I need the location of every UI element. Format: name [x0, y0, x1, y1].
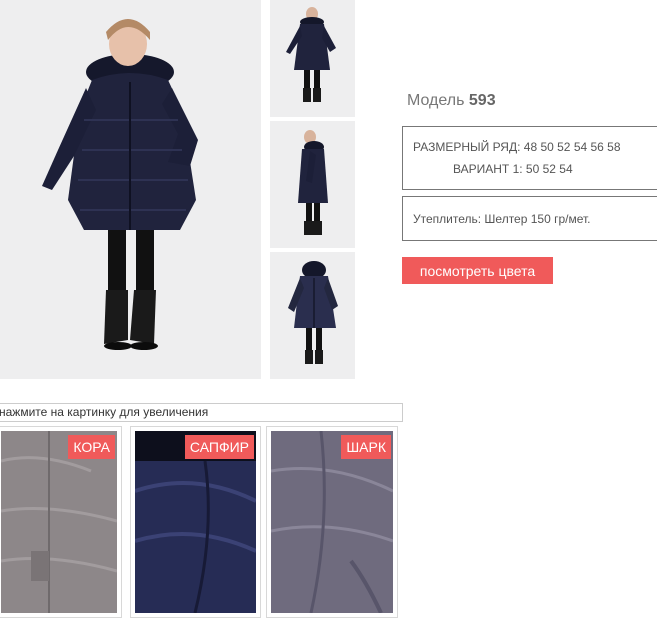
enlarge-hint: нажмите на картинку для увеличения	[0, 403, 403, 422]
main-product-photo[interactable]	[0, 0, 261, 379]
color-swatch-kora[interactable]: КОРА	[0, 426, 122, 618]
insulation-text: Утеплитель: Шелтер 150 гр/мет.	[413, 212, 591, 226]
woman-in-coat-thumb-side-icon	[270, 121, 355, 248]
thumbnail-back[interactable]	[270, 252, 355, 379]
woman-in-coat-thumb-front-icon	[270, 0, 355, 117]
insulation-box: Утеплитель: Шелтер 150 гр/мет.	[402, 196, 657, 241]
model-label: Модель	[407, 92, 465, 109]
color-swatch-shark[interactable]: ШАРК	[266, 426, 398, 618]
model-title: Модель 593	[407, 92, 496, 110]
view-colors-button[interactable]: посмотреть цвета	[402, 257, 553, 284]
color-swatch-sapfir[interactable]: САПФИР	[130, 426, 261, 618]
woman-in-coat-thumb-back-icon	[270, 252, 355, 379]
model-number: 593	[468, 92, 496, 109]
color-tag-sapfir: САПФИР	[184, 435, 254, 459]
variant-text: ВАРИАНТ 1: 50 52 54	[453, 162, 573, 176]
woman-in-coat-front-icon	[0, 0, 261, 379]
thumbnail-front[interactable]	[270, 0, 355, 117]
sizes-range-text: РАЗМЕРНЫЙ РЯД: 48 50 52 54 56 58	[413, 140, 621, 154]
thumbnail-side[interactable]	[270, 121, 355, 248]
sizes-box: РАЗМЕРНЫЙ РЯД: 48 50 52 54 56 58 ВАРИАНТ…	[402, 126, 657, 190]
color-tag-kora: КОРА	[68, 435, 115, 459]
color-tag-shark: ШАРК	[341, 435, 391, 459]
